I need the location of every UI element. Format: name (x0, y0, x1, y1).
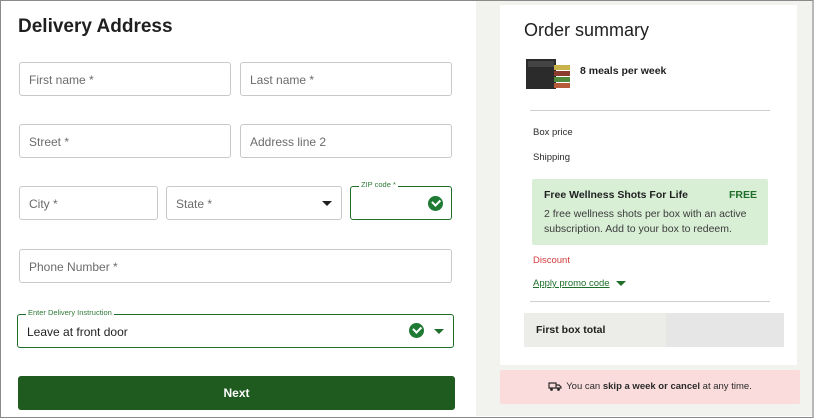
check-circle-icon (428, 196, 443, 211)
phone-number-field[interactable]: Phone Number * (19, 249, 452, 283)
address-line-2-placeholder: Address line 2 (250, 135, 327, 149)
phone-number-placeholder: Phone Number * (29, 260, 118, 274)
promo-free-badge: FREE (728, 189, 757, 201)
meal-box-image (526, 59, 570, 89)
check-circle-icon (409, 323, 424, 338)
order-summary-title: Order summary (524, 20, 650, 40)
apply-promo-code-link[interactable]: Apply promo code (533, 278, 610, 289)
city-placeholder: City * (29, 197, 58, 211)
chevron-down-icon[interactable] (616, 281, 626, 286)
delivery-form: Delivery Address First name * Last name … (1, 1, 475, 416)
first-box-total-label: First box total (536, 324, 606, 336)
zip-code-label: ZIP code * (359, 180, 398, 190)
first-name-field[interactable]: First name * (19, 62, 231, 96)
meal-plan-label: 8 meals per week (580, 65, 667, 77)
next-button[interactable]: Next (18, 376, 455, 410)
state-select[interactable]: State * (166, 186, 342, 220)
promo-description: 2 free wellness shots per box with an ac… (544, 208, 747, 235)
promo-title: Free Wellness Shots For Life (544, 189, 688, 201)
delivery-truck-icon (548, 382, 562, 392)
last-name-placeholder: Last name * (250, 73, 315, 87)
order-summary-card: Order summary 8 meals per week Box price… (500, 5, 797, 365)
address-line-2-field[interactable]: Address line 2 (240, 124, 452, 158)
wellness-shots-promo: Free Wellness Shots For Life FREE 2 free… (532, 179, 768, 245)
discount-label: Discount (533, 255, 570, 266)
street-field[interactable]: Street * (19, 124, 231, 158)
skip-text-prefix: You can (566, 381, 603, 392)
city-field[interactable]: City * (19, 186, 158, 220)
state-placeholder: State * (176, 197, 213, 211)
delivery-instruction-label: Enter Delivery Instruction (26, 308, 114, 318)
last-name-field[interactable]: Last name * (240, 62, 452, 96)
zip-code-field[interactable]: ZIP code * (350, 180, 452, 220)
delivery-address-title: Delivery Address (18, 16, 173, 37)
order-summary-panel: Order summary 8 meals per week Box price… (476, 1, 812, 416)
skip-text-bold: skip a week or cancel (602, 381, 701, 392)
first-name-placeholder: First name * (29, 73, 94, 87)
skip-cancel-banner: You can skip a week or cancel at any tim… (500, 370, 800, 404)
skip-text-suffix: at any time. (700, 381, 752, 392)
chevron-down-icon (322, 201, 332, 206)
street-placeholder: Street * (29, 135, 70, 149)
chevron-down-icon (434, 329, 444, 334)
divider (530, 301, 770, 302)
delivery-instruction-value: Leave at front door (27, 325, 128, 339)
delivery-instruction-select[interactable]: Enter Delivery Instruction Leave at fron… (17, 308, 454, 348)
first-box-total-value (666, 313, 784, 347)
box-price-label: Box price (533, 127, 573, 138)
divider (530, 110, 770, 111)
shipping-label: Shipping (533, 152, 570, 163)
